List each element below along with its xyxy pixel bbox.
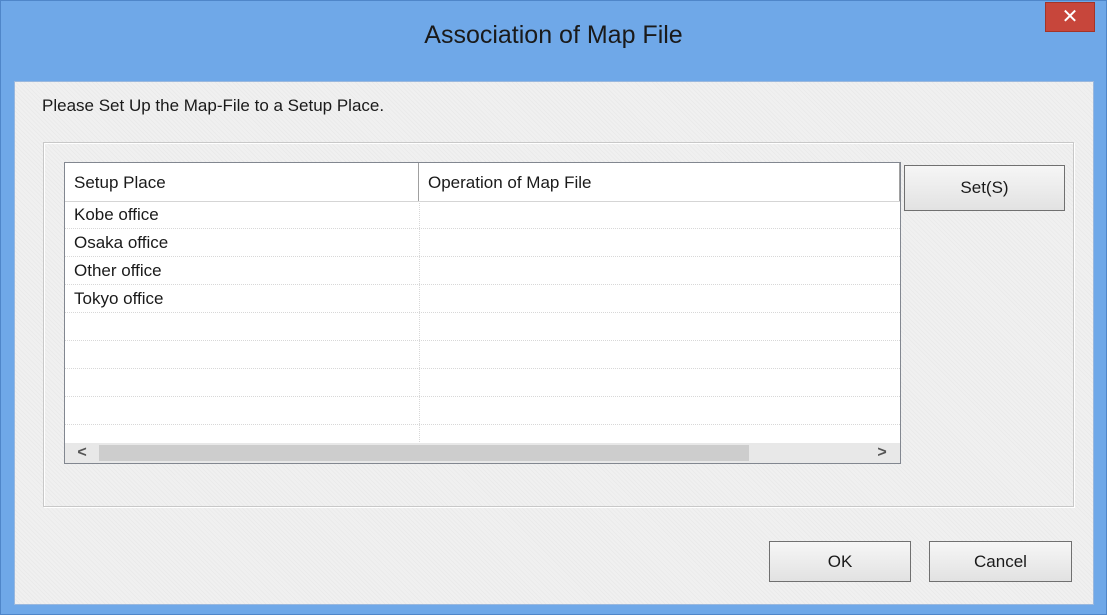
cell-setup-place: Other office [65,257,420,284]
cell-setup-place: Kobe office [65,201,420,228]
table-row[interactable]: Kobe office [65,201,900,229]
cell-setup-place [65,369,420,396]
set-button[interactable]: Set(S) [904,165,1065,211]
cell-operation [420,397,900,424]
close-icon: ✕ [1061,6,1079,28]
close-button[interactable]: ✕ [1045,2,1095,32]
table-row[interactable]: Tokyo office [65,285,900,313]
column-header-filler [897,163,900,201]
cell-setup-place: Osaka office [65,229,420,256]
cell-operation [420,229,900,256]
cell-operation [420,369,900,396]
table-row-empty [65,397,900,425]
chevron-right-icon: > [877,444,887,461]
cell-setup-place [65,397,420,424]
list-rows: Kobe office Osaka office Other office To… [65,201,900,453]
title-bar[interactable]: Association of Map File ✕ [1,1,1106,81]
cell-operation [420,285,900,312]
setup-place-list[interactable]: Setup Place Operation of Map File Kobe o… [64,162,901,464]
scroll-right-button[interactable]: > [865,443,899,463]
window-title: Association of Map File [424,21,683,49]
cell-operation [420,313,900,340]
table-row[interactable]: Osaka office [65,229,900,257]
cell-operation [420,341,900,368]
dialog-window: Association of Map File ✕ Please Set Up … [0,0,1107,615]
table-row-empty [65,369,900,397]
cell-setup-place: Tokyo office [65,285,420,312]
chevron-left-icon: < [77,444,87,461]
cell-setup-place [65,313,420,340]
instruction-text: Please Set Up the Map-File to a Setup Pl… [42,96,385,115]
scrollbar-thumb[interactable] [99,445,749,461]
table-row-empty [65,313,900,341]
cancel-button[interactable]: Cancel [929,541,1072,582]
table-row-empty [65,341,900,369]
cell-operation [420,201,900,228]
column-header-operation-of-map-file[interactable]: Operation of Map File [419,163,900,201]
cell-operation [420,257,900,284]
scroll-left-button[interactable]: < [65,443,99,463]
ok-button[interactable]: OK [769,541,911,582]
dialog-body: Please Set Up the Map-File to a Setup Pl… [14,81,1094,605]
horizontal-scrollbar[interactable]: < > [65,443,900,463]
cell-setup-place [65,341,420,368]
table-row[interactable]: Other office [65,257,900,285]
list-header: Setup Place Operation of Map File [65,163,900,202]
column-header-setup-place[interactable]: Setup Place [65,163,419,201]
